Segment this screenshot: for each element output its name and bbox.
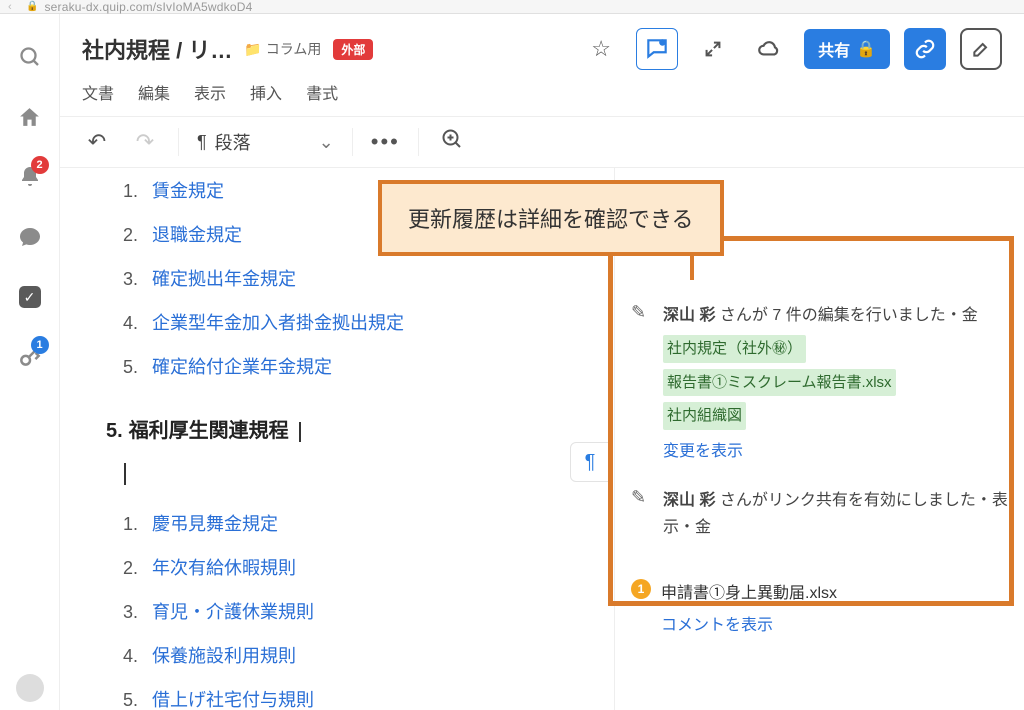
comment-file: 申請書①身上異動届.xlsx — [661, 579, 837, 603]
separator — [352, 128, 353, 156]
history-user: 深山 彩 — [663, 307, 715, 324]
key-icon[interactable]: 1 — [15, 342, 45, 372]
pilcrow-icon: ¶ — [197, 132, 207, 153]
folder-icon: 📁 — [244, 41, 261, 58]
doc-link[interactable]: 確定給付企業年金規定 — [152, 353, 332, 379]
history-text: さんがリンク共有を有効にしました・表示・金 — [663, 492, 1008, 536]
history-tag[interactable]: 社内組織図 — [663, 402, 746, 430]
history-tag[interactable]: 報告書①ミスクレーム報告書.xlsx — [663, 369, 896, 397]
tasks-icon[interactable]: ✓ — [15, 282, 45, 312]
list-item[interactable]: 4.保養施設利用規則 — [116, 633, 592, 677]
doc-link[interactable]: 確定拠出年金規定 — [152, 265, 296, 291]
notification-badge: 2 — [31, 156, 49, 174]
history-tag[interactable]: 社内規定（社外㊙） — [663, 335, 806, 363]
doc-link[interactable]: 慶弔見舞金規定 — [152, 510, 278, 536]
annotation-text: 更新履歴は詳細を確認できる — [408, 207, 694, 232]
separator — [178, 128, 179, 156]
edit-icon: ✎ — [631, 302, 653, 465]
folder-chip[interactable]: 📁 コラム用 — [244, 39, 321, 59]
text-cursor — [124, 463, 126, 485]
history-item[interactable]: ✎ 深山 彩 さんが 7 件の編集を行いました・金 社内規定（社外㊙） 報告書①… — [629, 294, 1022, 479]
doc-link[interactable]: 借上げ社宅付与規則 — [152, 686, 314, 710]
list-item[interactable]: 5.確定給付企業年金規定 — [116, 344, 592, 388]
section-title: 福利厚生関連規程 — [129, 420, 289, 442]
menu-format[interactable]: 書式 — [306, 80, 338, 104]
section-number: 5. — [106, 420, 123, 442]
external-badge: 外部 — [333, 39, 373, 60]
undo-icon[interactable]: ↶ — [82, 129, 112, 155]
list-item[interactable]: 2.年次有給休暇規則 — [116, 545, 592, 589]
cloud-icon[interactable] — [748, 28, 790, 70]
doc-link[interactable]: 賃金規定 — [152, 177, 224, 203]
chat-icon[interactable] — [15, 222, 45, 252]
paragraph-style-dropdown[interactable]: ¶ 段落 ⌄ — [197, 129, 334, 155]
comment-count-badge: 1 — [631, 579, 651, 599]
share-button[interactable]: 共有 🔒 — [804, 29, 890, 69]
history-item[interactable]: ✎ 深山 彩 さんがリンク共有を有効にしました・表示・金 — [629, 479, 1022, 555]
menu-bar: 文書 編集 表示 挿入 書式 — [82, 70, 1002, 116]
key-badge: 1 — [31, 336, 49, 354]
bell-icon[interactable]: 2 — [15, 162, 45, 192]
section-heading[interactable]: 5. 福利厚生関連規程 — [106, 414, 592, 443]
doc-link[interactable]: 退職金規定 — [152, 221, 242, 247]
menu-doc[interactable]: 文書 — [82, 80, 114, 104]
browser-address-bar: ‹ 🔒 seraku-dx.quip.com/sIvIoMA5wdkoD4 — [0, 0, 1024, 14]
share-label: 共有 — [818, 37, 850, 61]
redo-icon[interactable]: ↷ — [130, 129, 160, 155]
list-item[interactable]: 1.慶弔見舞金規定 — [116, 501, 592, 545]
list-item[interactable]: 3.確定拠出年金規定 — [116, 256, 592, 300]
lock-icon: 🔒 — [26, 1, 38, 12]
history-text: さんが 7 件の編集を行いました・金 — [715, 307, 977, 324]
show-changes-link[interactable]: 変更を表示 — [663, 438, 743, 465]
list-item[interactable]: 3.育児・介護休業規則 — [116, 589, 592, 633]
paragraph-label: 段落 — [215, 129, 251, 155]
chevron-down-icon: ⌄ — [319, 132, 334, 153]
list-item[interactable]: 4.企業型年金加入者掛金拠出規定 — [116, 300, 592, 344]
doc-link[interactable]: 企業型年金加入者掛金拠出規定 — [152, 309, 404, 335]
menu-edit[interactable]: 編集 — [138, 80, 170, 104]
comment-mode-icon[interactable] — [636, 28, 678, 70]
more-icon[interactable]: ••• — [371, 129, 400, 155]
list-b: 1.慶弔見舞金規定 2.年次有給休暇規則 3.育児・介護休業規則 4.保養施設利… — [116, 501, 592, 710]
edit-icon: ✎ — [631, 487, 653, 541]
zoom-in-icon[interactable] — [437, 127, 467, 157]
header: 社内規程 / リ… 📁 コラム用 外部 ☆ — [60, 14, 1024, 116]
url-text: seraku-dx.quip.com/sIvIoMA5wdkoD4 — [44, 0, 252, 14]
doc-link[interactable]: 保養施設利用規則 — [152, 642, 296, 668]
browser-back-icon[interactable]: ‹ — [8, 1, 26, 13]
link-button[interactable] — [904, 28, 946, 70]
pilcrow-tab-icon[interactable]: ¶ — [570, 442, 610, 482]
expand-icon[interactable] — [692, 28, 734, 70]
search-icon[interactable] — [15, 42, 45, 72]
annotation-callout: 更新履歴は詳細を確認できる — [378, 180, 724, 256]
format-toolbar: ↶ ↷ ¶ 段落 ⌄ ••• — [60, 116, 1024, 168]
separator — [418, 128, 419, 156]
folder-label: コラム用 — [266, 39, 322, 59]
doc-link[interactable]: 年次有給休暇規則 — [152, 554, 296, 580]
show-comments-link[interactable]: コメントを表示 — [661, 611, 1022, 635]
history-user: 深山 彩 — [663, 492, 715, 509]
star-icon[interactable]: ☆ — [580, 28, 622, 70]
list-item[interactable]: 5.借上げ社宅付与規則 — [116, 677, 592, 710]
lock-icon: 🔒 — [856, 39, 876, 59]
compose-icon[interactable] — [960, 28, 1002, 70]
avatar[interactable] — [16, 674, 44, 702]
menu-insert[interactable]: 挿入 — [250, 80, 282, 104]
comment-item[interactable]: 1 申請書①身上異動届.xlsx — [629, 569, 1022, 603]
text-cursor — [299, 422, 301, 442]
home-icon[interactable] — [15, 102, 45, 132]
doc-link[interactable]: 育児・介護休業規則 — [152, 598, 314, 624]
menu-view[interactable]: 表示 — [194, 80, 226, 104]
breadcrumb[interactable]: 社内規程 / リ… — [82, 33, 232, 65]
left-nav-rail: 2 ✓ 1 — [0, 14, 60, 710]
